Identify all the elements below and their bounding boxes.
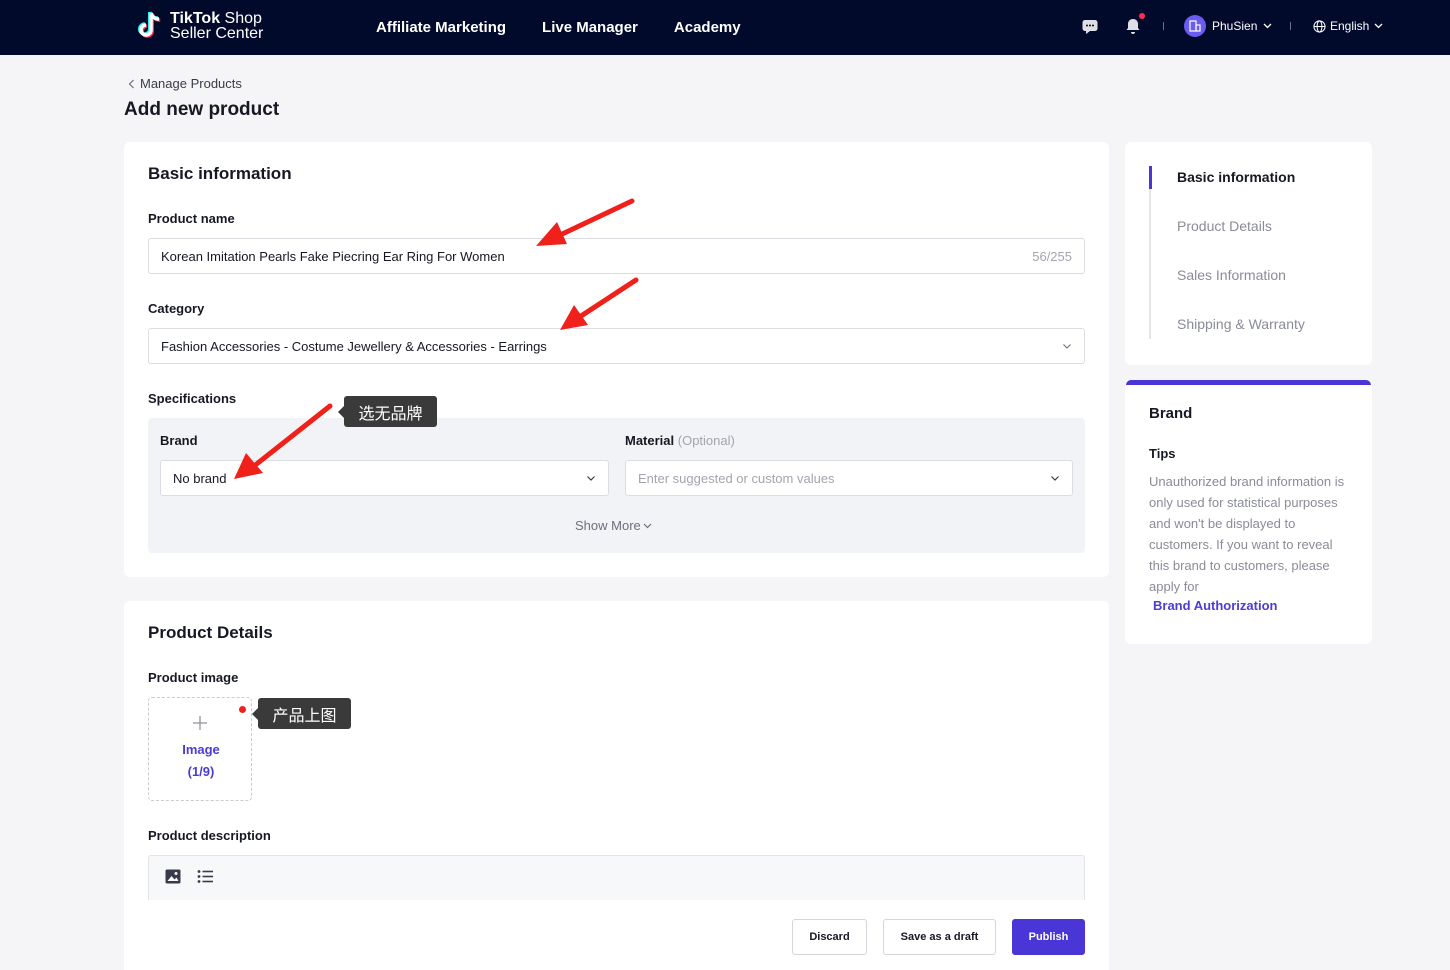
- chevron-down-icon: [1051, 476, 1059, 481]
- chat-icon[interactable]: [1081, 17, 1099, 35]
- username: PhuSien: [1212, 19, 1258, 33]
- basic-information-title: Basic information: [148, 164, 292, 183]
- material-label-text: Material: [625, 433, 675, 448]
- tips-label: Tips: [1149, 446, 1176, 461]
- page-title: Add new product: [124, 99, 280, 120]
- specifications-label: Specifications: [148, 391, 237, 406]
- notification-dot: [1139, 13, 1145, 19]
- nav-academy[interactable]: Academy: [674, 19, 741, 36]
- tiktok-shop-logo[interactable]: TikTok Shop Seller Center: [138, 8, 263, 44]
- chevron-down-icon: [1063, 344, 1071, 349]
- brand-tips-text: Unauthorized brand information is only u…: [1149, 474, 1345, 594]
- material-select[interactable]: Enter suggested or custom values: [625, 460, 1073, 496]
- section-nav-basic-information[interactable]: Basic information: [1177, 169, 1295, 185]
- category-select[interactable]: Fashion Accessories - Costume Jewellery …: [148, 328, 1085, 364]
- top-bar: TikTok Shop Seller Center Affiliate Mark…: [0, 0, 1450, 55]
- add-image-button[interactable]: Image (1/9): [148, 697, 252, 801]
- section-nav-sales-information[interactable]: Sales Information: [1177, 267, 1286, 283]
- divider: [1163, 22, 1164, 30]
- show-more-button[interactable]: Show More: [575, 518, 652, 533]
- brand-value: No brand: [173, 470, 227, 486]
- nav-live-manager[interactable]: Live Manager: [542, 19, 638, 36]
- material-placeholder: Enter suggested or custom values: [638, 470, 835, 486]
- language-selector[interactable]: English: [1313, 14, 1383, 38]
- brand-label: Brand: [160, 433, 198, 448]
- logo-seller-center: Seller Center: [170, 25, 264, 42]
- image-button-label: Image: [182, 742, 220, 757]
- breadcrumb-manage-products: Manage Products: [140, 76, 242, 91]
- product-details-title: Product Details: [148, 623, 273, 642]
- material-optional: (Optional): [677, 433, 735, 448]
- main-nav: Affiliate Marketing Live Manager Academy: [376, 0, 777, 55]
- section-nav-track: [1149, 166, 1151, 339]
- globe-icon: [1313, 19, 1326, 33]
- nav-affiliate-marketing[interactable]: Affiliate Marketing: [376, 19, 506, 36]
- product-details-card: [124, 601, 1109, 970]
- bell-icon[interactable]: [1124, 17, 1142, 35]
- divider: [1290, 22, 1291, 30]
- insert-image-icon[interactable]: [165, 869, 181, 884]
- brand-select[interactable]: No brand: [160, 460, 609, 496]
- chevron-down-icon: [587, 476, 595, 481]
- chevron-down-icon: [1263, 23, 1272, 29]
- category-label: Category: [148, 301, 205, 316]
- annotation-dot: [239, 706, 246, 713]
- chevron-down-icon: [1374, 23, 1383, 29]
- publish-button[interactable]: Publish: [1012, 919, 1085, 955]
- category-value: Fashion Accessories - Costume Jewellery …: [161, 338, 547, 354]
- user-avatar-icon: [1184, 15, 1206, 37]
- annotation-image-tip: 产品上图: [252, 698, 351, 729]
- discard-button[interactable]: Discard: [792, 919, 867, 955]
- chevron-left-icon: [128, 79, 134, 88]
- brand-tips-title: Brand: [1149, 405, 1193, 422]
- product-image-label: Product image: [148, 670, 239, 685]
- product-name-input[interactable]: Korean Imitation Pearls Fake Piecring Ea…: [148, 238, 1085, 274]
- material-label: Material (Optional): [625, 433, 735, 448]
- brand-card-accent: [1126, 380, 1371, 385]
- bullet-list-icon[interactable]: [197, 869, 214, 884]
- section-nav-indicator: [1149, 166, 1152, 189]
- chevron-down-icon: [643, 523, 652, 528]
- description-editor-toolbar: [148, 855, 1085, 900]
- section-nav-product-details[interactable]: Product Details: [1177, 218, 1272, 234]
- product-name-value: Korean Imitation Pearls Fake Piecring Ea…: [161, 248, 505, 264]
- save-draft-button[interactable]: Save as a draft: [883, 919, 996, 955]
- annotation-brand-tip: 选无品牌: [338, 396, 437, 427]
- product-name-label: Product name: [148, 211, 235, 226]
- product-description-label: Product description: [148, 828, 271, 843]
- language-label: English: [1330, 19, 1370, 33]
- breadcrumb[interactable]: Manage Products: [128, 76, 242, 91]
- char-counter: 56/255: [1032, 248, 1072, 264]
- user-menu[interactable]: PhuSien: [1184, 14, 1272, 38]
- brand-authorization-link[interactable]: Brand Authorization: [1153, 598, 1277, 613]
- tiktok-logo-icon: [138, 10, 164, 42]
- plus-icon: [193, 716, 207, 730]
- section-nav-shipping-warranty[interactable]: Shipping & Warranty: [1177, 316, 1305, 332]
- image-count: (1/9): [187, 764, 215, 779]
- show-more-label: Show More: [575, 518, 641, 533]
